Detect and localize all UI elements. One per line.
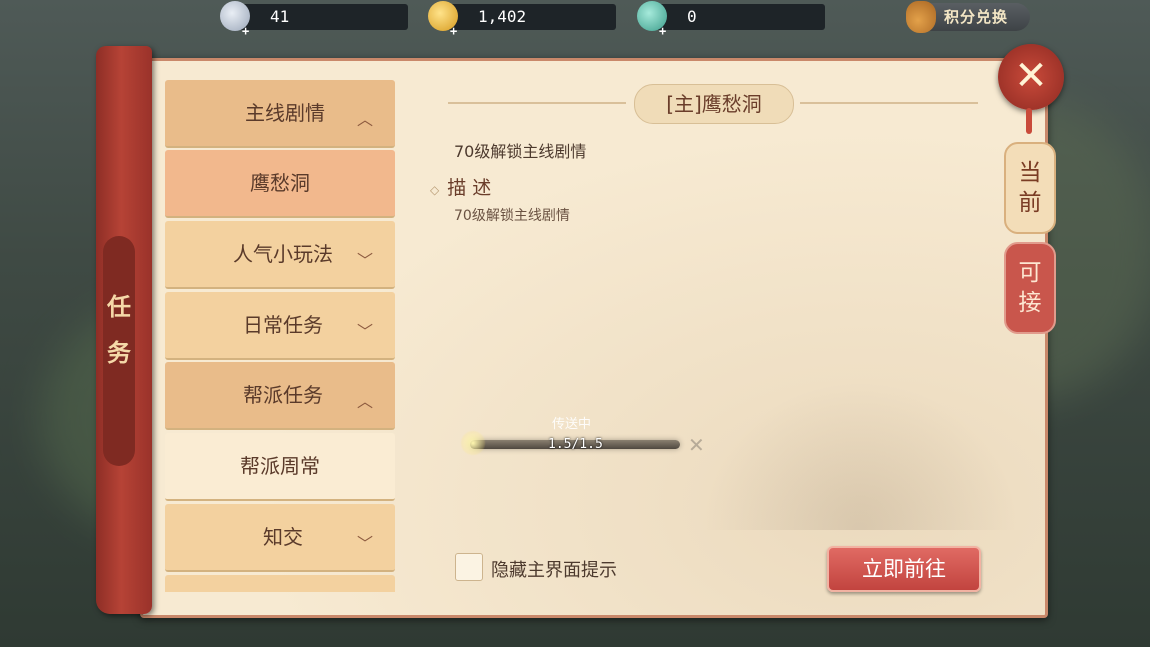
menu-item-label: 鹰愁洞 (250, 171, 310, 195)
points-exchange-button[interactable]: 积分兑换 (906, 1, 1030, 33)
quest-scroll-banner: 任务 (96, 46, 152, 614)
quest-title: [主]鹰愁洞 (634, 84, 794, 124)
tab-available-label: 可接 (1018, 260, 1042, 316)
gold-currency[interactable]: + 1,402 (428, 1, 616, 38)
plus-icon: + (242, 24, 250, 38)
menu-category-daily[interactable]: 日常任务 ﹀ (165, 292, 395, 360)
chevron-up-icon: ︿ (356, 110, 373, 129)
menu-item-label: 人气小玩法 (233, 242, 333, 266)
tab-current[interactable]: 当前 (1004, 142, 1056, 234)
jade-currency[interactable]: + 0 (637, 1, 825, 38)
tassel-decoration (1026, 108, 1032, 134)
menu-item-label: 主线剧情 (245, 101, 325, 125)
teleport-status: 传送中 (552, 417, 592, 432)
description-heading: ◇ 描 述 (430, 173, 491, 200)
menu-item-label: 帮派周常 (240, 454, 320, 478)
silver-currency[interactable]: + 41 (220, 1, 408, 38)
hide-hint-checkbox[interactable] (455, 553, 483, 581)
menu-item-yingchou-cave[interactable]: 鹰愁洞 (165, 150, 395, 218)
teleport-glow-icon (460, 430, 486, 456)
menu-item-label: 日常任务 (243, 313, 323, 337)
panel-title: 任务 (107, 292, 131, 367)
divider (800, 102, 978, 104)
close-button[interactable]: ✕ (998, 44, 1064, 110)
chevron-up-icon: ︿ (356, 392, 373, 411)
chevron-down-icon: ﹀ (356, 534, 373, 553)
points-exchange-label: 积分兑换 (944, 8, 1009, 26)
description-heading-label: 描 述 (447, 177, 492, 199)
landscape-decoration (700, 380, 1020, 530)
tab-available[interactable]: 可接 (1004, 242, 1056, 334)
silver-amount: 41 (270, 7, 290, 26)
gold-amount: 1,402 (478, 7, 527, 26)
chevron-down-icon: ﹀ (356, 322, 373, 341)
cancel-teleport-icon[interactable]: ✕ (688, 433, 705, 457)
go-now-button[interactable]: 立即前往 (827, 546, 981, 592)
tab-current-label: 当前 (1018, 160, 1042, 216)
jade-amount: 0 (687, 7, 697, 26)
menu-category-guild[interactable]: 帮派任务 ︿ (165, 362, 395, 430)
plus-icon: + (450, 24, 458, 38)
menu-category-minigames[interactable]: 人气小玩法 ﹀ (165, 221, 395, 289)
quest-category-menu: 主线剧情 ︿ 鹰愁洞 人气小玩法 ﹀ 日常任务 ﹀ 帮派任务 ︿ 帮派周常 知交… (165, 80, 395, 592)
money-bag-icon (906, 1, 936, 33)
menu-item-guild-weekly[interactable]: 帮派周常 (165, 433, 395, 501)
diamond-icon: ◇ (430, 183, 440, 197)
divider (448, 102, 626, 104)
menu-item-label: 知交 (263, 525, 303, 549)
menu-category-main-story[interactable]: 主线剧情 ︿ (165, 80, 395, 148)
chevron-down-icon: ﹀ (356, 251, 373, 270)
menu-category-next[interactable] (165, 575, 395, 592)
description-text: 70级解锁主线剧情 (454, 208, 570, 224)
menu-item-label: 帮派任务 (243, 383, 323, 407)
close-icon: ✕ (1014, 53, 1048, 99)
quest-requirement: 70级解锁主线剧情 (454, 142, 587, 161)
menu-category-friends[interactable]: 知交 ﹀ (165, 504, 395, 572)
plus-icon: + (659, 24, 667, 38)
quest-title-header: [主]鹰愁洞 (448, 84, 978, 124)
hide-hint-label: 隐藏主界面提示 (491, 560, 617, 581)
teleport-progress-value: 1.5/1.5 (548, 437, 603, 452)
